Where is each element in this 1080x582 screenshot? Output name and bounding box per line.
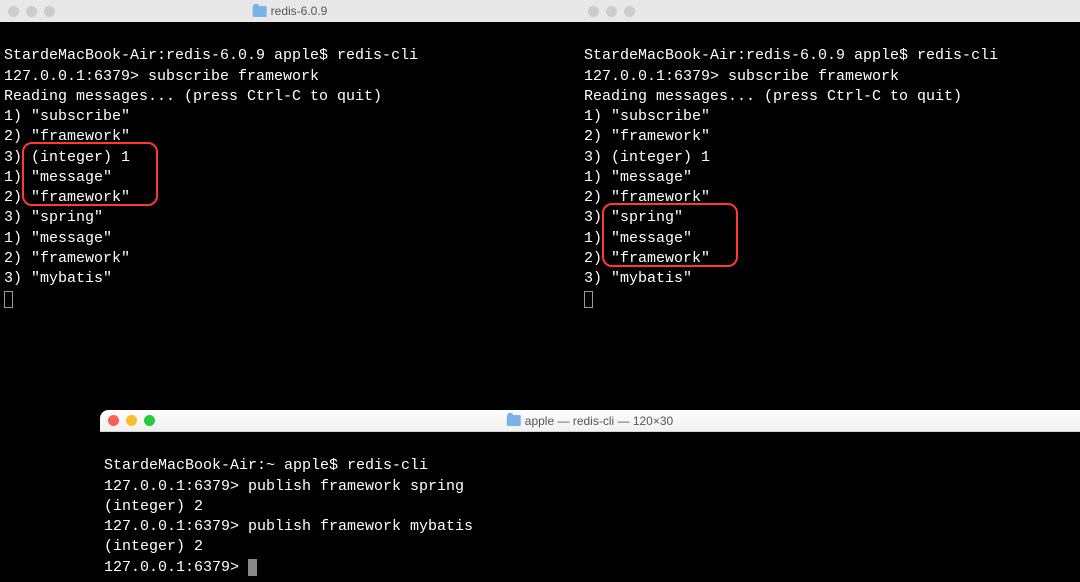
terminal-line: 1) "subscribe" xyxy=(4,108,130,125)
terminal-line: 2) "framework" xyxy=(4,128,130,145)
terminal-line: 127.0.0.1:6379> publish framework mybati… xyxy=(104,518,473,535)
terminal-line: 2) "framework" xyxy=(4,189,130,206)
terminal-line: 3) "spring" xyxy=(4,209,103,226)
left-terminal-window: redis-6.0.9 StardeMacBook-Air:redis-6.0.… xyxy=(0,0,580,400)
terminal-line: 127.0.0.1:6379> xyxy=(104,559,248,576)
bottom-background: apple — redis-cli — 120×30 StardeMacBook… xyxy=(0,400,1080,582)
terminal-line: 127.0.0.1:6379> subscribe framework xyxy=(584,68,899,85)
terminal-line: 1) "message" xyxy=(4,169,112,186)
left-terminal-content[interactable]: StardeMacBook-Air:redis-6.0.9 apple$ red… xyxy=(0,22,580,360)
terminal-line: 1) "message" xyxy=(584,169,692,186)
close-icon[interactable] xyxy=(108,415,119,426)
terminal-line: (integer) 2 xyxy=(104,498,203,515)
terminal-line: Reading messages... (press Ctrl-C to qui… xyxy=(4,88,382,105)
zoom-icon[interactable] xyxy=(44,6,55,17)
bottom-terminal-content[interactable]: StardeMacBook-Air:~ apple$ redis-cli 127… xyxy=(100,432,1080,582)
terminal-line: 2) "framework" xyxy=(584,250,710,267)
title-text: redis-6.0.9 xyxy=(271,4,328,18)
traffic-lights xyxy=(8,6,55,17)
terminal-line: 1) "message" xyxy=(584,230,692,247)
terminal-line: 127.0.0.1:6379> subscribe framework xyxy=(4,68,319,85)
terminal-line: 3) "spring" xyxy=(584,209,683,226)
zoom-icon[interactable] xyxy=(144,415,155,426)
bottom-terminal-window: apple — redis-cli — 120×30 StardeMacBook… xyxy=(100,410,1080,582)
terminal-line: (integer) 2 xyxy=(104,538,203,555)
terminal-line: StardeMacBook-Air:~ apple$ redis-cli xyxy=(104,457,428,474)
terminal-line: 3) (integer) 1 xyxy=(584,149,710,166)
minimize-icon[interactable] xyxy=(126,415,137,426)
folder-icon xyxy=(507,415,521,426)
terminal-line: 2) "framework" xyxy=(584,189,710,206)
right-terminal-content[interactable]: StardeMacBook-Air:redis-6.0.9 apple$ red… xyxy=(580,22,1080,360)
terminal-line: 1) "subscribe" xyxy=(584,108,710,125)
minimize-icon[interactable] xyxy=(26,6,37,17)
close-icon[interactable] xyxy=(588,6,599,17)
bottom-terminal-title: apple — redis-cli — 120×30 xyxy=(507,414,673,428)
traffic-lights xyxy=(108,415,155,426)
bottom-terminal-titlebar: apple — redis-cli — 120×30 xyxy=(100,410,1080,432)
terminal-line: StardeMacBook-Air:redis-6.0.9 apple$ red… xyxy=(584,47,998,64)
terminal-line: 3) (integer) 1 xyxy=(4,149,130,166)
terminal-line: 2) "framework" xyxy=(584,128,710,145)
zoom-icon[interactable] xyxy=(624,6,635,17)
traffic-lights xyxy=(588,6,635,17)
close-icon[interactable] xyxy=(8,6,19,17)
right-terminal-window: StardeMacBook-Air:redis-6.0.9 apple$ red… xyxy=(580,0,1080,400)
minimize-icon[interactable] xyxy=(606,6,617,17)
title-text: apple — redis-cli — 120×30 xyxy=(525,414,673,428)
cursor-icon xyxy=(4,291,13,308)
left-terminal-titlebar: redis-6.0.9 xyxy=(0,0,580,22)
terminal-line: 127.0.0.1:6379> publish framework spring xyxy=(104,478,464,495)
cursor-icon xyxy=(248,559,257,576)
terminal-line: 3) "mybatis" xyxy=(4,270,112,287)
terminal-line: 3) "mybatis" xyxy=(584,270,692,287)
terminal-line: 2) "framework" xyxy=(4,250,130,267)
left-terminal-title: redis-6.0.9 xyxy=(253,4,328,18)
right-terminal-titlebar xyxy=(580,0,1080,22)
terminal-line: 1) "message" xyxy=(4,230,112,247)
terminal-line: StardeMacBook-Air:redis-6.0.9 apple$ red… xyxy=(4,47,418,64)
folder-icon xyxy=(253,6,267,17)
terminal-line: Reading messages... (press Ctrl-C to qui… xyxy=(584,88,962,105)
cursor-icon xyxy=(584,291,593,308)
